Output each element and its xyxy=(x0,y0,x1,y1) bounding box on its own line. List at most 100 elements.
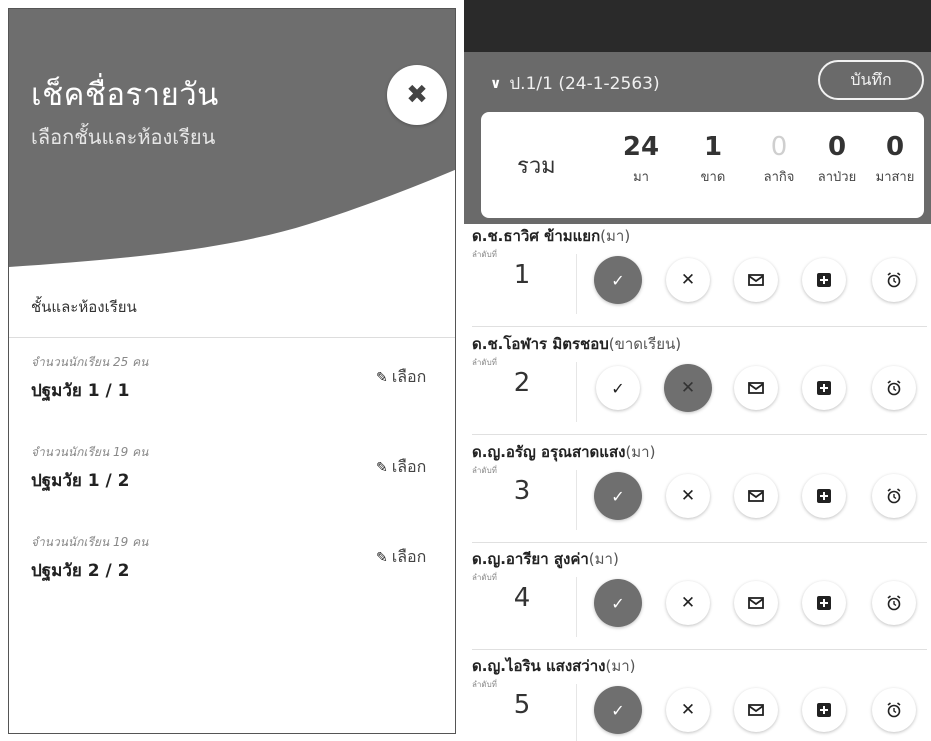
absent-button[interactable]: ✕ xyxy=(666,474,710,518)
select-button[interactable]: ✎ เลือก xyxy=(376,455,426,480)
leave-button[interactable] xyxy=(734,581,778,625)
seq-number: 4 xyxy=(513,583,531,613)
plus-square-icon xyxy=(817,703,831,717)
select-label: เลือก xyxy=(391,547,427,566)
stat-absent: 1 ขาด xyxy=(681,132,745,187)
plus-square-icon xyxy=(817,381,831,395)
student-name: ด.ช.ธาวิศ ข้ามแยก xyxy=(472,227,601,245)
sick-button[interactable] xyxy=(802,258,846,302)
seq-number: 5 xyxy=(513,690,531,720)
student-status: (มา) xyxy=(588,550,619,568)
class-list-item[interactable]: จำนวนนักเรียน 25 คน ปฐมวัย 1 / 1 ✎ เลือก xyxy=(9,353,455,443)
stat-late: 0 มาสาย xyxy=(863,132,927,187)
absent-button[interactable]: ✕ xyxy=(666,688,710,732)
close-button[interactable]: ✖ xyxy=(387,65,447,125)
plus-square-icon xyxy=(817,596,831,610)
present-button[interactable]: ✓ xyxy=(594,472,642,520)
class-name: ปฐมวัย 2 / 2 xyxy=(31,561,130,581)
divider xyxy=(576,577,577,637)
leave-button[interactable] xyxy=(734,258,778,302)
mail-icon xyxy=(748,704,764,716)
pencil-icon: ✎ xyxy=(376,369,388,386)
mail-icon xyxy=(748,490,764,502)
student-row: ด.ช.โอฬาร มิตรชอบ(ขาดเรียน) ลำดับที่ 2 ✓… xyxy=(464,328,931,436)
sick-button[interactable] xyxy=(802,581,846,625)
stat-label: ลาป่วย xyxy=(817,170,857,185)
leave-button[interactable] xyxy=(734,474,778,518)
select-button[interactable]: ✎ เลือก xyxy=(376,545,426,570)
leave-button[interactable] xyxy=(734,688,778,732)
save-button[interactable]: บันทึก xyxy=(818,60,924,100)
stat-present: 24 มา xyxy=(609,132,673,187)
student-name: ด.ญ.ไอริน แสงสว่าง xyxy=(472,657,606,675)
class-dropdown-label: ป.1/1 (24-1-2563) xyxy=(509,74,660,94)
stat-label: ลากิจ xyxy=(763,170,795,185)
divider xyxy=(576,684,577,741)
stat-label: มา xyxy=(633,170,649,185)
page-title: เช็คชื่อรายวัน xyxy=(31,77,219,113)
stat-value: 0 xyxy=(770,132,788,162)
sick-button[interactable] xyxy=(802,474,846,518)
student-name: ด.ญ.อารียา สูงค่า xyxy=(472,550,589,568)
row-divider xyxy=(472,434,927,435)
page-subtitle: เลือกชั้นและห้องเรียน xyxy=(31,125,216,149)
present-button[interactable]: ✓ xyxy=(594,256,642,304)
stat-label: ขาด xyxy=(700,170,726,185)
student-count: จำนวนนักเรียน 25 คน xyxy=(31,355,149,369)
divider xyxy=(576,362,577,422)
stat-label: มาสาย xyxy=(875,170,915,185)
status-bar xyxy=(464,0,931,52)
divider xyxy=(576,254,577,314)
student-name-line: ด.ญ.อารียา สูงค่า(มา) xyxy=(472,547,619,571)
stat-value: 0 xyxy=(885,132,905,162)
student-status: (มา) xyxy=(605,657,636,675)
leave-button[interactable] xyxy=(734,366,778,410)
check-icon: ✓ xyxy=(611,378,625,398)
select-button[interactable]: ✎ เลือก xyxy=(376,365,426,390)
student-row: ด.ญ.อารียา สูงค่า(มา) ลำดับที่ 4 ✓ ✕ xyxy=(464,543,931,651)
class-list-item[interactable]: จำนวนนักเรียน 19 คน ปฐมวัย 2 / 2 ✎ เลือก xyxy=(9,533,455,623)
plus-square-icon xyxy=(817,489,831,503)
check-icon: ✓ xyxy=(611,486,625,506)
alarm-icon xyxy=(887,702,901,718)
student-count: จำนวนนักเรียน 19 คน xyxy=(31,535,149,549)
late-button[interactable] xyxy=(872,474,916,518)
total-label: รวม xyxy=(517,154,556,179)
class-selection-screen: เช็คชื่อรายวัน เลือกชั้นและห้องเรียน ✖ ช… xyxy=(8,8,456,734)
student-name-line: ด.ช.โอฬาร มิตรชอบ(ขาดเรียน) xyxy=(472,332,681,356)
mail-icon xyxy=(748,274,764,286)
student-row: ด.ญ.ไอริน แสงสว่าง(มา) ลำดับที่ 5 ✓ ✕ xyxy=(464,650,931,741)
x-icon: ✕ xyxy=(680,700,696,720)
x-icon: ✕ xyxy=(680,593,696,613)
seq-number: 2 xyxy=(513,368,531,398)
student-row: ด.ช.ธาวิศ ข้ามแยก(มา) ลำดับที่ 1 ✓ ✕ xyxy=(464,220,931,328)
alarm-icon xyxy=(887,595,901,611)
absent-button[interactable]: ✕ xyxy=(666,258,710,302)
late-button[interactable] xyxy=(872,688,916,732)
present-button[interactable]: ✓ xyxy=(594,579,642,627)
select-label: เลือก xyxy=(391,457,427,476)
class-dropdown[interactable]: ∨ ป.1/1 (24-1-2563) xyxy=(490,70,660,97)
mail-icon xyxy=(748,382,764,394)
attendance-screen: ∨ ป.1/1 (24-1-2563) บันทึก รวม 24 มา 1 ข… xyxy=(464,0,931,741)
divider xyxy=(576,470,577,530)
sick-button[interactable] xyxy=(802,688,846,732)
present-button[interactable]: ✓ xyxy=(596,366,640,410)
plus-square-icon xyxy=(817,273,831,287)
sick-button[interactable] xyxy=(802,366,846,410)
late-button[interactable] xyxy=(872,258,916,302)
divider xyxy=(9,337,455,338)
absent-button[interactable]: ✕ xyxy=(664,364,712,412)
absent-button[interactable]: ✕ xyxy=(666,581,710,625)
pencil-icon: ✎ xyxy=(376,459,388,476)
late-button[interactable] xyxy=(872,366,916,410)
select-label: เลือก xyxy=(391,367,427,386)
stat-value: 1 xyxy=(703,132,723,162)
student-name-line: ด.ญ.อรัญ อรุณสาดแสง(มา) xyxy=(472,440,655,464)
close-icon: ✖ xyxy=(406,80,428,110)
check-icon: ✓ xyxy=(611,593,625,613)
attendance-summary: รวม 24 มา 1 ขาด 0 ลากิจ 0 ลาป่วย 0 มาสาย xyxy=(481,112,924,218)
present-button[interactable]: ✓ xyxy=(594,686,642,734)
late-button[interactable] xyxy=(872,581,916,625)
class-list-item[interactable]: จำนวนนักเรียน 19 คน ปฐมวัย 1 / 2 ✎ เลือก xyxy=(9,443,455,533)
